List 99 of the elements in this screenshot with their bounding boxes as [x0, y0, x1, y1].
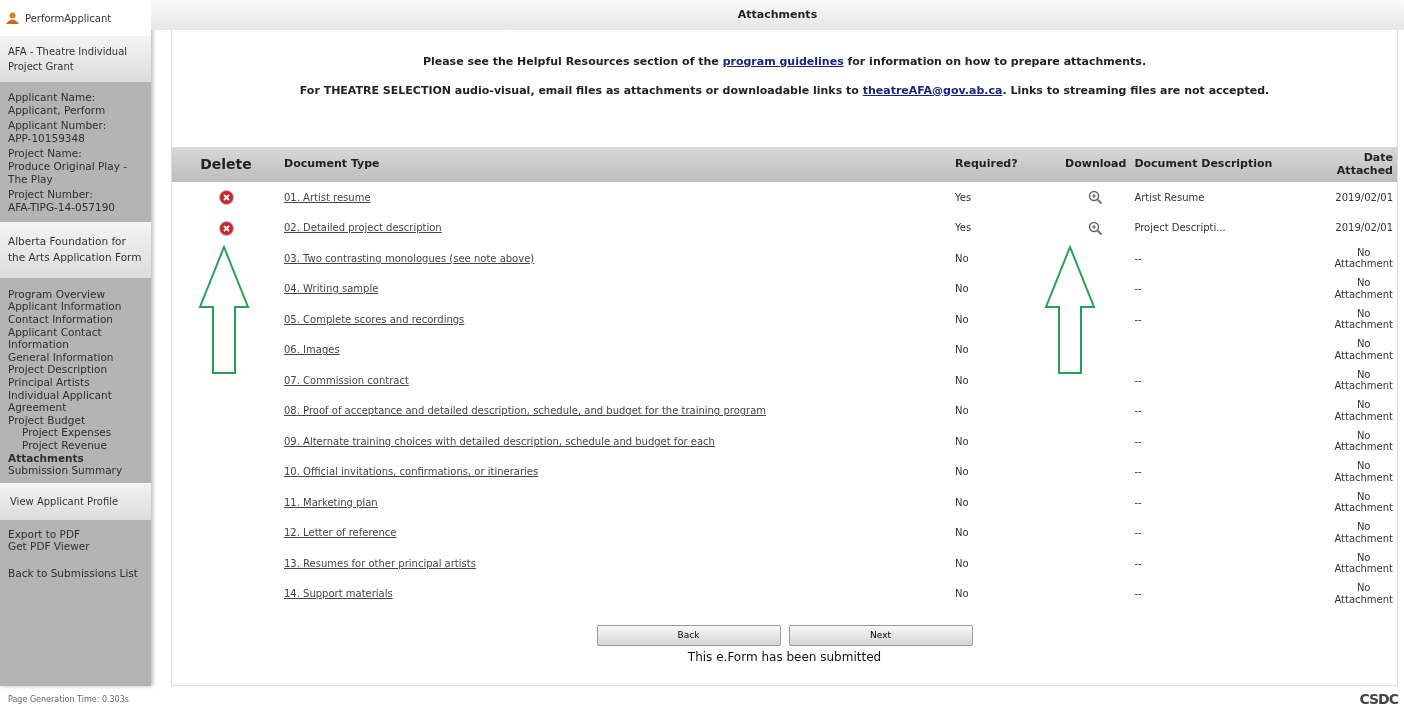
table-cell: No: [955, 527, 969, 539]
nav-link[interactable]: Program Overview: [8, 287, 143, 301]
nav-link[interactable]: Applicant Information: [8, 300, 143, 314]
document-link[interactable]: 07. Commission contract: [284, 374, 409, 386]
table-cell: No Attachment: [1334, 490, 1393, 514]
nav-link[interactable]: Project Budget: [8, 413, 143, 427]
table-cell: 2019/02/01: [1335, 191, 1393, 203]
program-name: AFA - Theatre Individual Project Grant: [8, 45, 129, 74]
table-cell: --: [1134, 252, 1142, 264]
table-cell: No: [955, 405, 969, 417]
table-cell: No Attachment: [1334, 246, 1393, 270]
table-cell: No Attachment: [1334, 277, 1393, 300]
table-cell: --: [1134, 283, 1142, 295]
table-cell: No: [955, 496, 969, 508]
table-cell: --: [1134, 435, 1142, 447]
nav-link[interactable]: Project Description: [8, 363, 143, 376]
back-link[interactable]: Back to Submissions List: [8, 566, 143, 580]
export-link[interactable]: Get PDF Viewer: [8, 540, 143, 553]
table-cell: No: [955, 344, 969, 356]
table-cell: --: [1134, 496, 1142, 508]
magnifier-icon[interactable]: [1088, 190, 1104, 205]
table-cell: No Attachment: [1334, 460, 1393, 483]
document-link[interactable]: 05. Complete scores and recordings: [284, 313, 465, 325]
column-header: Document Description: [1130, 147, 1331, 182]
document-link[interactable]: 03. Two contrasting monologues (see note above): [284, 252, 535, 264]
nav-button[interactable]: Next: [788, 625, 973, 646]
instruction-text: Please see the Helpful Resources section of the program guidelines for information on how to prepare attachments.: [421, 54, 1148, 70]
table-cell: No: [955, 435, 969, 447]
document-link[interactable]: 06. Images: [284, 344, 340, 356]
table-cell: --: [1134, 374, 1142, 386]
table-cell: --: [1134, 466, 1142, 478]
document-link[interactable]: 08. Proof of acceptance and detailed description, schedule, and budget for the training program: [284, 405, 767, 417]
table-cell: No Attachment: [1334, 551, 1393, 575]
document-link[interactable]: 04. Writing sample: [284, 283, 379, 295]
delete-icon[interactable]: [218, 190, 234, 205]
nav-link[interactable]: Principal Artists: [8, 376, 143, 389]
table-cell: No Attachment: [1334, 582, 1393, 605]
table-cell: Artist Resume: [1134, 191, 1205, 203]
user-name: PerformApplicant: [25, 11, 112, 26]
table-cell: No Attachment: [1334, 521, 1393, 544]
nav-link[interactable]: Submission Summary: [8, 464, 143, 477]
nav-link[interactable]: Attachments: [8, 451, 143, 465]
table-cell: No: [955, 557, 969, 569]
table-cell: --: [1134, 527, 1142, 539]
table-cell: --: [1134, 313, 1142, 325]
nav-link[interactable]: Individual Applicant Agreement: [8, 388, 143, 414]
status-text: This e.Form has been submitted: [687, 649, 882, 666]
applicant-detail: Project Number: AFA-TIPG-14-057190: [8, 188, 117, 214]
applicant-detail: Applicant Number: APP-10159348: [8, 119, 108, 145]
table-cell: No Attachment: [1334, 307, 1393, 331]
column-header: Document Type: [280, 147, 952, 182]
form-title: Alberta Foundation for the Arts Application Form: [8, 234, 143, 266]
logo-text: CSDC: [1359, 690, 1398, 709]
export-link[interactable]: Export to PDF: [8, 527, 143, 541]
document-link[interactable]: 10. Official invitations, confirmations, or itineraries: [284, 466, 539, 478]
nav-button[interactable]: Back: [596, 625, 781, 646]
table-cell: No: [955, 313, 969, 325]
magnifier-icon[interactable]: [1088, 220, 1104, 236]
page-title: Attachments: [151, 0, 1404, 30]
generation-time: Page Generation Time: 0.303s: [8, 693, 129, 706]
column-header: Delete: [172, 147, 280, 182]
applicant-detail: Applicant Name: Applicant, Perform: [8, 91, 107, 117]
document-link[interactable]: 12. Letter of reference: [284, 527, 397, 539]
applicant-detail: Project Name: Produce Original Play - The Play: [8, 147, 128, 186]
table-cell: No Attachment: [1334, 399, 1393, 422]
column-header: Download: [1061, 147, 1131, 182]
nav-link[interactable]: Project Revenue: [8, 438, 143, 452]
document-link[interactable]: 14. Support materials: [284, 588, 393, 600]
document-link[interactable]: 11. Marketing plan: [284, 496, 378, 508]
link[interactable]: program guidelines: [722, 55, 844, 68]
nav-link[interactable]: General Information: [8, 350, 143, 364]
table-cell: No: [955, 588, 969, 600]
table-cell: No Attachment: [1334, 429, 1393, 453]
table-cell: No Attachment: [1334, 338, 1393, 361]
table-cell: No: [955, 252, 969, 264]
table-cell: --: [1134, 405, 1142, 417]
table-cell: No Attachment: [1334, 368, 1393, 392]
table-cell: --: [1134, 557, 1142, 569]
instruction-text: For THEATRE SELECTION audio-visual, email files as attachments or downloadable links to theatreAFA@gov.ab.ca. Links to streaming files are not accepted.: [298, 82, 1271, 99]
link[interactable]: theatreAFA@gov.ab.ca: [862, 83, 1003, 97]
table-cell: --: [1134, 588, 1142, 600]
document-link[interactable]: 09. Alternate training choices with detailed description, schedule and budget for each: [284, 435, 715, 447]
table-cell: No: [955, 283, 969, 295]
table-cell: 2019/02/01: [1335, 222, 1393, 233]
table-cell: Project Descripti...: [1134, 222, 1226, 234]
table-cell: Yes: [955, 222, 972, 234]
table-cell: No: [955, 374, 969, 386]
nav-link[interactable]: Applicant Contact Information: [8, 325, 143, 351]
table-cell: No: [955, 466, 969, 478]
document-link[interactable]: 13. Resumes for other principal artists: [284, 557, 476, 569]
delete-icon[interactable]: [218, 220, 234, 236]
user-icon: [6, 12, 19, 24]
nav-link[interactable]: Contact Information: [8, 313, 143, 326]
table-cell: Yes: [955, 191, 972, 203]
document-link[interactable]: 01. Artist resume: [284, 191, 371, 203]
document-link[interactable]: 02. Detailed project description: [284, 222, 442, 234]
nav-link[interactable]: Project Expenses: [8, 426, 143, 439]
column-header: Date Attached: [1330, 147, 1397, 182]
column-header: Required?: [951, 147, 1062, 182]
